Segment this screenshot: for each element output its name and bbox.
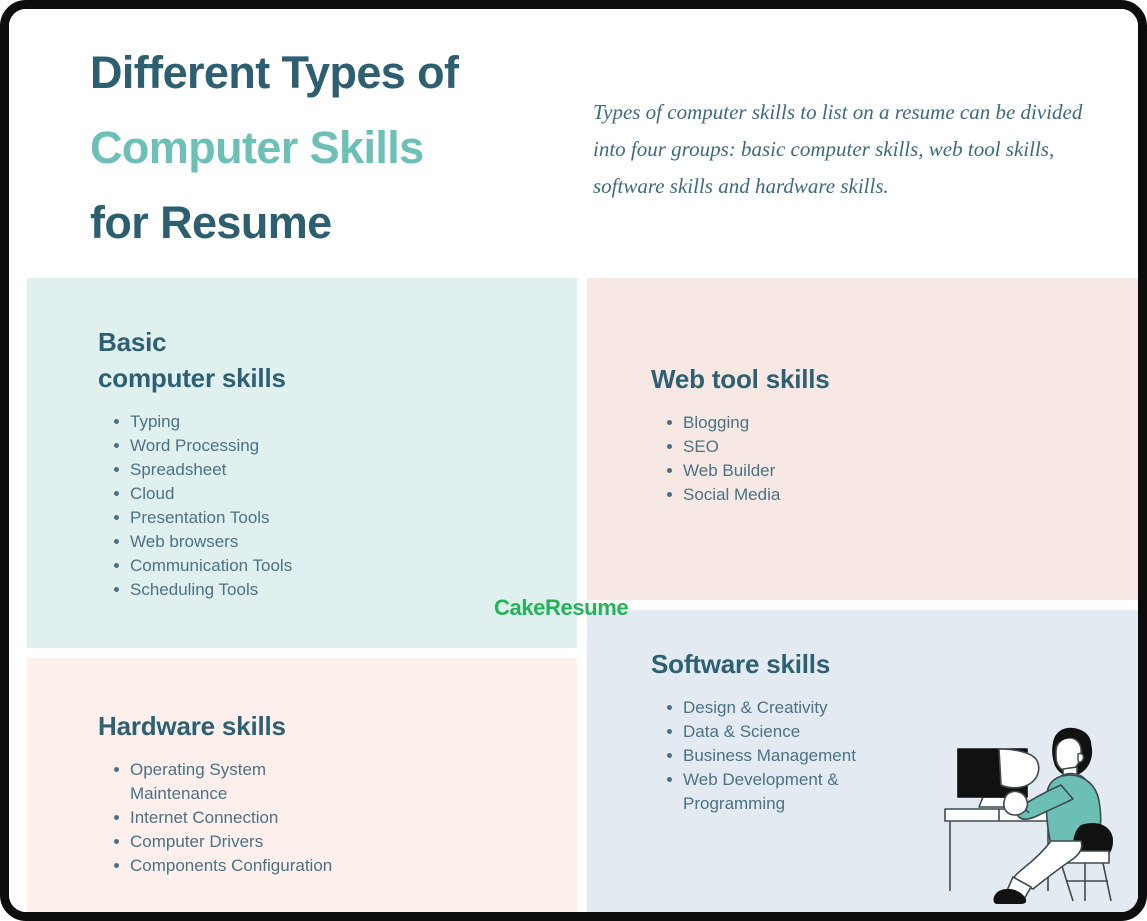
- panel-basic-heading-line1: Basic: [98, 327, 167, 357]
- panel-hardware-skills: Hardware skills Operating System Mainten…: [27, 658, 577, 912]
- title-line-1: Different Types of: [90, 47, 459, 98]
- title-line-2: Computer Skills: [90, 122, 424, 173]
- panel-hardware-heading: Hardware skills: [98, 711, 286, 741]
- list-item: Web browsers: [114, 530, 518, 554]
- list-item: Social Media: [667, 483, 1071, 507]
- panel-web-heading: Web tool skills: [651, 364, 830, 394]
- list-item: Spreadsheet: [114, 458, 518, 482]
- panel-basic-content: Basic computer skills Typing Word Proces…: [98, 324, 518, 602]
- list-item: SEO: [667, 435, 1071, 459]
- list-item: Communication Tools: [114, 554, 518, 578]
- panel-hardware-content: Hardware skills Operating System Mainten…: [98, 708, 518, 878]
- list-item: Operating System Maintenance: [114, 758, 315, 806]
- panel-basic-list: Typing Word Processing Spreadsheet Cloud…: [98, 410, 518, 602]
- person-at-desk-with-computer-icon: [935, 705, 1131, 905]
- panel-web-tool-skills: Web tool skills Blogging SEO Web Builder…: [587, 278, 1138, 600]
- list-item: Word Processing: [114, 434, 518, 458]
- poster-canvas: Different Types of Computer Skills for R…: [9, 9, 1138, 912]
- list-item: Web Development & Programming: [667, 768, 863, 816]
- title-line-3: for Resume: [90, 197, 332, 248]
- list-item: Components Configuration: [114, 854, 518, 878]
- page-title: Different Types of Computer Skills for R…: [90, 35, 560, 260]
- list-item: Computer Drivers: [114, 830, 518, 854]
- list-item: Internet Connection: [114, 806, 518, 830]
- panel-basic-heading: Basic computer skills: [98, 324, 518, 396]
- list-item: Scheduling Tools: [114, 578, 518, 602]
- cakeresume-logo: CakeResume: [494, 595, 629, 620]
- panel-software-heading: Software skills: [651, 649, 831, 679]
- list-item: Typing: [114, 410, 518, 434]
- header: Different Types of Computer Skills for R…: [9, 9, 1138, 278]
- list-item: Cloud: [114, 482, 518, 506]
- panel-basic-computer-skills: Basic computer skills Typing Word Proces…: [27, 278, 577, 648]
- poster-frame: Different Types of Computer Skills for R…: [0, 0, 1147, 921]
- list-item: Blogging: [667, 411, 1071, 435]
- panel-web-content: Web tool skills Blogging SEO Web Builder…: [651, 361, 1071, 507]
- list-item: Presentation Tools: [114, 506, 518, 530]
- panel-basic-heading-line2: computer skills: [98, 363, 286, 393]
- intro-paragraph: Types of computer skills to list on a re…: [593, 100, 1083, 198]
- panel-hardware-list: Operating System Maintenance Internet Co…: [98, 758, 518, 878]
- panel-web-list: Blogging SEO Web Builder Social Media: [651, 411, 1071, 507]
- list-item: Web Builder: [667, 459, 1071, 483]
